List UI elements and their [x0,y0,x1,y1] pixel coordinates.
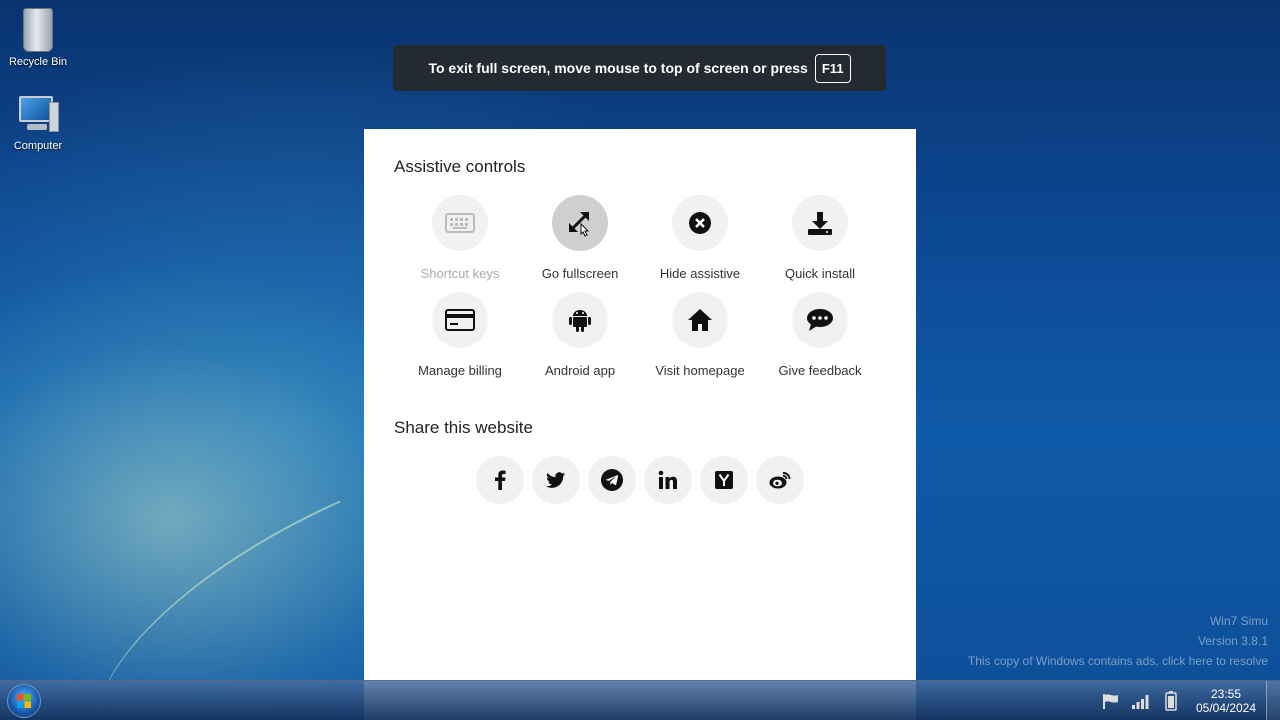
linkedin-icon [658,470,677,489]
go-fullscreen-button[interactable]: Go fullscreen [520,195,640,281]
desktop-icon-label: Computer [13,140,63,152]
visit-homepage-label: Visit homepage [655,363,745,378]
quick-install-button[interactable]: Quick install [760,195,880,281]
hide-assistive-button[interactable]: Hide assistive [640,195,760,281]
watermark-ads-link[interactable]: This copy of Windows contains ads, click… [968,654,1268,668]
assistive-controls-title: Assistive controls [394,157,526,176]
y-combinator-icon [715,471,733,489]
taskbar-clock[interactable]: 23:55 05/04/2024 [1186,687,1266,715]
weibo-share-button[interactable] [756,456,804,504]
computer-shortcut[interactable]: Computer [0,96,76,152]
network-signal-icon[interactable] [1126,693,1156,709]
credit-card-icon [432,292,488,348]
f11-key-badge: F11 [814,53,851,83]
taskbar: 23:55 05/04/2024 [0,680,1280,720]
quick-install-label: Quick install [784,266,856,281]
weibo-icon [769,472,791,489]
give-feedback-button[interactable]: Give feedback [760,292,880,378]
twitter-share-button[interactable] [532,456,580,504]
assistive-panel: Assistive controls Shortcut keys Go full… [364,129,916,720]
share-buttons [476,456,804,504]
hide-assistive-label: Hide assistive [659,266,741,281]
android-icon [552,292,608,348]
home-icon [672,292,728,348]
android-app-button[interactable]: Android app [520,292,640,378]
watermark-version: Version 3.8.1 [1197,634,1268,648]
recycle-bin-icon [23,8,53,52]
recycle-bin-shortcut[interactable]: Recycle Bin [0,8,76,68]
start-button[interactable] [7,684,41,718]
computer-icon [17,96,59,136]
shortcut-keys-button[interactable]: Shortcut keys [400,195,520,281]
shortcut-keys-label: Shortcut keys [420,266,500,281]
share-website-title: Share this website [394,418,533,437]
manage-billing-label: Manage billing [418,363,502,378]
facebook-icon [495,470,506,490]
linkedin-share-button[interactable] [644,456,692,504]
android-app-label: Android app [544,363,616,378]
hacker-news-share-button[interactable] [700,456,748,504]
show-desktop-button[interactable] [1266,681,1280,720]
battery-icon[interactable] [1156,691,1186,711]
twitter-icon [546,471,566,488]
chat-bubble-icon [792,292,848,348]
fullscreen-banner-text: To exit full screen, move mouse to top o… [428,60,808,76]
fullscreen-banner: To exit full screen, move mouse to top o… [393,45,886,91]
visit-homepage-button[interactable]: Visit homepage [640,292,760,378]
watermark-app-name: Win7 Simu [1209,614,1268,628]
manage-billing-button[interactable]: Manage billing [400,292,520,378]
go-fullscreen-label: Go fullscreen [541,266,619,281]
windows-logo-icon [17,694,31,708]
desktop-icon-label: Recycle Bin [8,56,68,68]
keyboard-icon [432,195,488,251]
download-icon [792,195,848,251]
clock-date: 05/04/2024 [1195,701,1257,715]
telegram-icon [601,469,623,491]
give-feedback-label: Give feedback [778,363,862,378]
expand-icon [552,195,608,251]
action-center-flag-icon[interactable] [1096,693,1126,709]
clock-time: 23:55 [1210,687,1242,701]
facebook-share-button[interactable] [476,456,524,504]
system-tray: 23:55 05/04/2024 [1096,681,1280,720]
telegram-share-button[interactable] [588,456,636,504]
close-circle-icon [672,195,728,251]
